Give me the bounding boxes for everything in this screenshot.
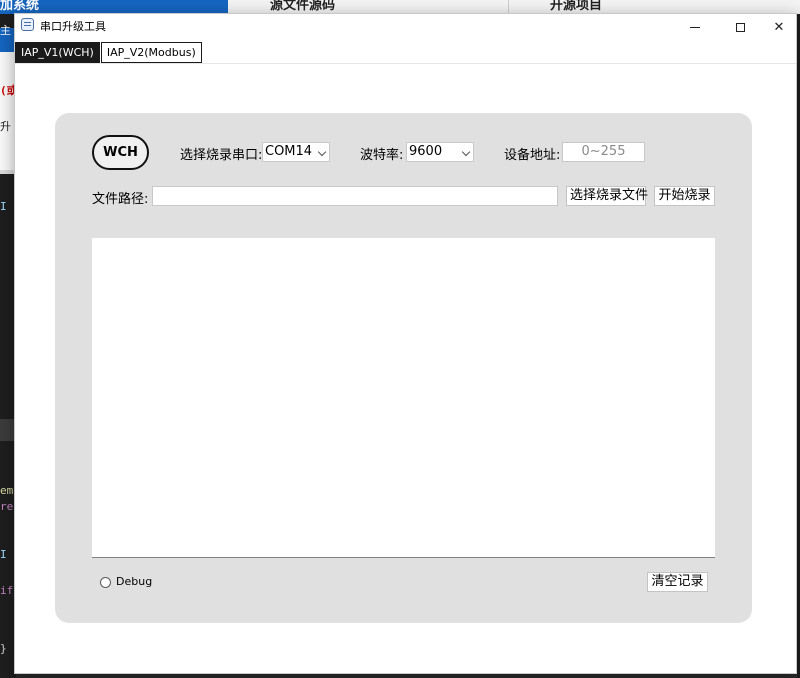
baud-select-value: 9600 xyxy=(409,144,443,159)
background-text: 加系统 xyxy=(0,0,40,13)
background-blue-bar: 加系统 xyxy=(0,0,228,14)
minimize-button[interactable] xyxy=(672,14,718,40)
port-select[interactable]: COM14 xyxy=(262,142,330,162)
background-text: 开源项目 xyxy=(550,0,603,13)
background-text: 源文件源码 xyxy=(270,0,336,13)
background-glyph: if xyxy=(0,584,14,597)
tab-bar: IAP_V1(WCH) IAP_V2(Modbus) xyxy=(15,42,202,63)
background-glyph: } xyxy=(0,642,7,655)
debug-label[interactable]: Debug xyxy=(116,575,152,588)
maximize-button[interactable] xyxy=(717,14,763,40)
close-icon: ✕ xyxy=(773,19,785,35)
minimize-icon xyxy=(690,26,700,28)
tab-iap-v2-modbus[interactable]: IAP_V2(Modbus) xyxy=(100,42,202,63)
background-glyph: 主 xyxy=(0,24,11,37)
chevron-down-icon xyxy=(461,147,471,157)
background-glyph: 升 xyxy=(0,120,11,133)
log-output[interactable] xyxy=(92,238,715,558)
port-select-value: COM14 xyxy=(265,144,313,159)
tab-divider xyxy=(15,63,796,64)
address-input[interactable]: 0~255 xyxy=(562,142,645,162)
background-divider xyxy=(508,0,509,14)
close-button[interactable]: ✕ xyxy=(762,14,796,40)
maximize-icon xyxy=(735,22,745,32)
window-title: 串口升级工具 xyxy=(40,20,106,33)
burn-panel: WCH 选择烧录串口: COM14 波特率: 9600 设备地址: 0~255 … xyxy=(55,113,752,623)
tab-iap-v1-wch[interactable]: IAP_V1(WCH) xyxy=(15,42,100,63)
app-icon xyxy=(21,18,34,31)
port-label: 选择烧录串口: xyxy=(180,148,263,163)
clear-log-button[interactable]: 清空记录 xyxy=(647,572,708,592)
debug-radio[interactable] xyxy=(100,577,111,588)
baud-select[interactable]: 9600 xyxy=(406,142,474,162)
background-window-top: 加系统 源文件源码 开源项目 xyxy=(0,0,800,14)
background-glyph: I xyxy=(0,548,7,561)
background-glyph: re xyxy=(0,500,14,513)
baud-label: 波特率: xyxy=(360,148,404,163)
background-glyph: I xyxy=(0,200,7,213)
file-path-input[interactable] xyxy=(152,186,558,206)
start-burn-button[interactable]: 开始烧录 xyxy=(654,186,715,206)
app-window: 串口升级工具 ✕ IAP_V1(WCH) IAP_V2(Modbus) WCH … xyxy=(14,13,797,674)
title-bar[interactable]: 串口升级工具 ✕ xyxy=(15,14,796,40)
choose-file-button[interactable]: 选择烧录文件 xyxy=(566,186,648,206)
address-label: 设备地址: xyxy=(504,148,561,163)
chevron-down-icon xyxy=(317,147,327,157)
chip-badge: WCH xyxy=(92,135,149,170)
file-path-label: 文件路径: xyxy=(92,192,149,207)
